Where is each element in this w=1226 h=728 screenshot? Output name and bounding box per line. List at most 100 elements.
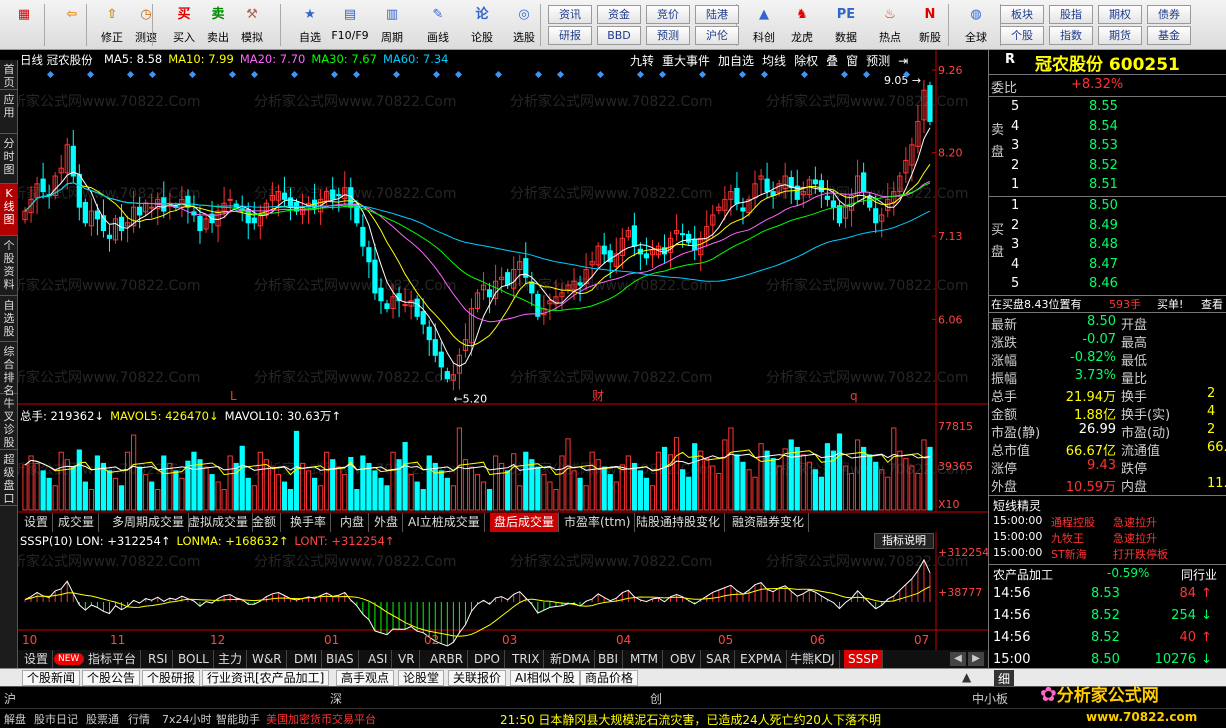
indicator-tab-3[interactable]: RSI [144,650,173,668]
ticker-shortcut-1[interactable]: 股市日记 [34,711,78,727]
news-ticker-text[interactable]: 21:50 日本静冈县大规模泥石流灾害，已造成24人死亡约20人下落不明 [500,711,881,728]
volume-subtab-11[interactable]: 陆股通持股变化 [632,513,726,532]
sector-name[interactable]: 农产品加工 [993,566,1053,584]
indicator-tab-17[interactable]: OBV [666,650,701,668]
kline-chart-svg[interactable]: 分析家公式网www.70822.Com 分析家公式网www.70822.Com 分析… [18,50,988,672]
ask-price[interactable]: 8.54 [1089,119,1118,137]
toolbar-hammer-button[interactable]: ⚒ 模拟 [232,2,272,48]
ask-price[interactable]: 8.53 [1089,138,1118,156]
left-tab-0[interactable]: 首页 [0,60,18,90]
short-spirit-title[interactable]: 短线精灵 [993,497,1041,515]
quick-button-10[interactable]: 股指 [1049,5,1093,24]
news-tab-4[interactable]: 高手观点 [336,670,395,686]
indicator-tab-19[interactable]: EXPMA [736,650,787,668]
bid-price[interactable]: 8.48 [1089,237,1118,255]
toolbar-kechuang-button[interactable]: ▲ 科创 [744,2,784,48]
expand-up-icon[interactable]: ▲ [962,670,971,684]
bid-price[interactable]: 8.47 [1089,257,1118,275]
chart-top-button-4[interactable]: 除权 [794,52,818,69]
ticker-shortcut-5[interactable]: 智能助手 [216,711,260,727]
indicator-tab-4[interactable]: BOLL [174,650,214,668]
ticker-shortcut-2[interactable]: 股票通 [86,711,119,727]
indicator-tab-13[interactable]: TRIX [508,650,545,668]
indicator-tab-7[interactable]: DMI [290,650,323,668]
chart-top-button-5[interactable]: 叠 [826,52,838,69]
quick-button-12[interactable]: 债券 [1147,5,1191,24]
ticker-shortcut-0[interactable]: 解盘 [4,711,26,727]
indicator-tab-11[interactable]: ARBR [426,650,469,668]
volume-subtab-4[interactable]: 金额 [248,513,282,532]
chart-top-button-8[interactable]: ⇥ [898,54,908,68]
bid-price[interactable]: 8.50 [1089,198,1118,216]
news-tab-1[interactable]: 个股公告 [82,670,141,686]
indicator-tab-0[interactable]: 设置 [20,650,54,668]
volume-subtab-12[interactable]: 融资融券变化 [728,513,810,532]
quick-button-2[interactable]: 竞价 [646,5,690,24]
news-tab-2[interactable]: 个股研报 [142,670,201,686]
quick-button-row2-11[interactable]: 期货 [1098,26,1142,45]
left-tab-1[interactable]: 应用 [0,90,18,134]
quick-button-11[interactable]: 期权 [1098,5,1142,24]
ask-price[interactable]: 8.55 [1089,99,1118,117]
news-tab-7[interactable]: AI相似个股 [510,670,580,686]
market-index-0[interactable]: 沪 [4,690,16,707]
toolbar-pe-data-button[interactable]: PE 数据 [826,2,866,48]
scroll-left-icon[interactable]: ◀ [950,652,966,666]
ticker-shortcut-3[interactable]: 行情 [128,711,150,727]
news-tab-6[interactable]: 关联报价 [448,670,507,686]
ticker-shortcut-6[interactable]: 美国加密货币交易平台 [266,711,376,727]
indicator-tab-15[interactable]: BBI [594,650,624,668]
indicator-tab-1[interactable]: NEW [54,653,85,665]
short-stock[interactable]: ST新海 [1051,546,1087,564]
toolbar-hot-button[interactable]: ♨ 热点 [870,2,910,48]
ask-price[interactable]: 8.52 [1089,158,1118,176]
quick-button-row2-1[interactable]: BBD [597,26,641,45]
volume-subtab-9[interactable]: 盘后成交量 [490,513,560,532]
indicator-tab-2[interactable]: 指标平台 [84,650,142,668]
quick-button-row2-12[interactable]: 基金 [1147,26,1191,45]
toolbar-cycle-button[interactable]: ▥ 周期 [372,2,412,48]
indicator-tab-14[interactable]: 新DMA [546,650,595,668]
quick-button-3[interactable]: 陆港 [695,5,739,24]
quick-button-0[interactable]: 资讯 [548,5,592,24]
toolbar-screener-button[interactable]: ◎ 选股 [504,2,544,48]
volume-subtab-3[interactable]: 虚拟成交量 [184,513,254,532]
volume-subtab-8[interactable]: AI立桩成交量 [404,513,485,532]
toolbar-grid-menu-button[interactable]: ▦ [4,2,44,48]
detail-tab[interactable]: 细 [994,670,1015,687]
indicator-tab-9[interactable]: ASI [364,650,393,668]
volume-subtab-5[interactable]: 换手率 [286,513,332,532]
sector-compare[interactable]: 同行业 [1181,566,1217,584]
chart-top-button-1[interactable]: 重大事件 [662,52,710,69]
volume-subtab-7[interactable]: 外盘 [370,513,404,532]
left-tab-5[interactable]: 自选股 [0,296,18,342]
indicator-tab-16[interactable]: MTM [626,650,664,668]
news-tab-0[interactable]: 个股新闻 [22,670,81,686]
left-tab-7[interactable]: 牛叉诊股 [0,394,18,450]
chart-top-button-3[interactable]: 均线 [762,52,786,69]
ticker-shortcut-4[interactable]: 7x24小时 [162,711,212,727]
bid-price[interactable]: 8.46 [1089,276,1118,294]
indicator-tab-20[interactable]: 牛熊KDJ [786,650,840,668]
volume-subtab-10[interactable]: 市盈率(ttm) [560,513,636,532]
news-tab-8[interactable]: 商品价格 [580,670,639,686]
bid-price[interactable]: 8.49 [1089,218,1118,236]
scroll-right-icon[interactable]: ▶ [968,652,984,666]
toolbar-globe-button[interactable]: ◍ 全球 [956,2,996,48]
volume-subtab-1[interactable]: 成交量 [54,513,100,532]
ask-price[interactable]: 8.51 [1089,177,1118,195]
quick-button-row2-0[interactable]: 研报 [548,26,592,45]
volume-subtab-0[interactable]: 设置 [20,513,54,532]
toolbar-dragon-tiger-button[interactable]: ♞ 龙虎 [782,2,822,48]
market-index-3[interactable]: 中小板 [972,690,1008,707]
indicator-tab-18[interactable]: SAR [702,650,736,668]
chart-top-button-0[interactable]: 九转 [630,52,654,69]
quick-button-1[interactable]: 资金 [597,5,641,24]
indicator-tab-5[interactable]: 主力 [214,650,248,668]
left-tab-2[interactable]: 分时图 [0,134,18,184]
left-tab-6[interactable]: 综合排名 [0,342,18,397]
indicator-tab-12[interactable]: DPO [470,650,505,668]
quick-button-9[interactable]: 板块 [1000,5,1044,24]
quick-button-row2-2[interactable]: 预测 [646,26,690,45]
indicator-tab-21[interactable]: SSSP [844,650,884,668]
